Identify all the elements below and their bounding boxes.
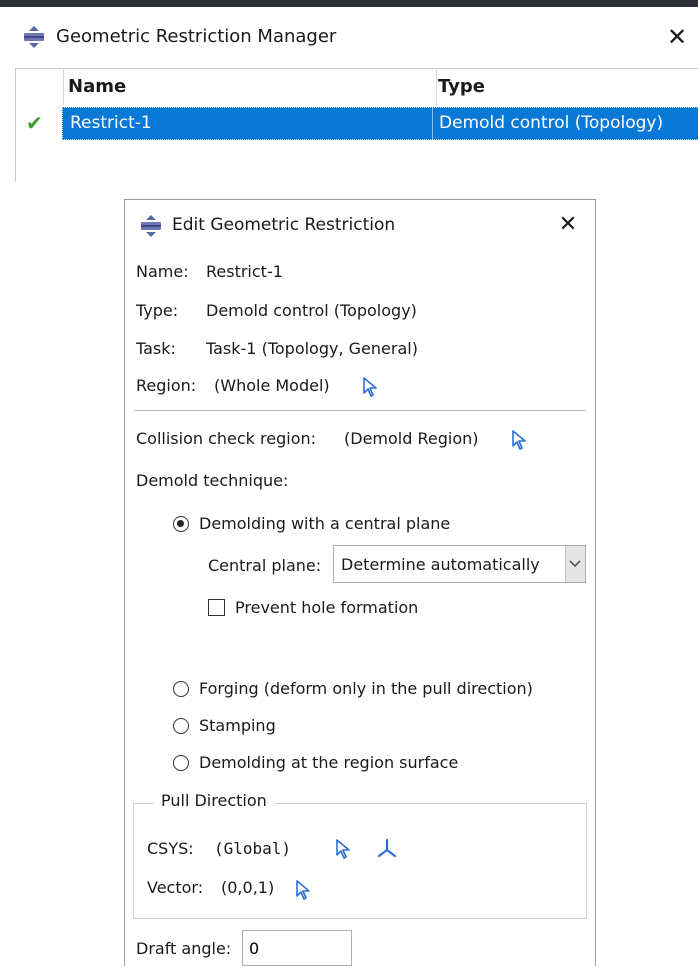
central-plane-selected-value: Determine automatically <box>341 555 540 574</box>
vector-value: (0,0,1) <box>221 878 275 897</box>
type-label: Type: <box>136 301 179 320</box>
checkmark-icon: ✔ <box>26 111 43 135</box>
central-plane-label: Central plane: <box>208 556 322 575</box>
csys-value: (Global) <box>214 839 292 858</box>
section-divider <box>134 410 586 411</box>
app-module-icon <box>22 25 46 54</box>
select-region-arrow-icon[interactable] <box>362 377 380 397</box>
name-value: Restrict-1 <box>206 262 283 281</box>
radio-region-surface[interactable] <box>173 755 189 771</box>
draft-angle-label: Draft angle: <box>136 939 232 958</box>
radio-region-surface-label[interactable]: Demolding at the region surface <box>199 753 458 772</box>
window-top-border <box>0 0 698 7</box>
select-csys-arrow-icon[interactable] <box>335 839 353 859</box>
edit-restriction-dialog: Edit Geometric Restriction ✕ Name: Restr… <box>124 199 596 966</box>
close-icon[interactable]: ✕ <box>664 25 690 51</box>
app-module-icon <box>139 214 163 243</box>
csys-axes-icon[interactable] <box>376 837 398 859</box>
chevron-down-icon[interactable] <box>565 546 585 582</box>
collision-check-value: (Demold Region) <box>344 429 479 448</box>
select-vector-arrow-icon[interactable] <box>295 880 313 900</box>
select-collision-region-arrow-icon[interactable] <box>511 430 529 450</box>
type-value: Demold control (Topology) <box>206 301 417 320</box>
task-value: Task-1 (Topology, General) <box>206 339 418 358</box>
prevent-hole-label[interactable]: Prevent hole formation <box>235 598 418 617</box>
radio-central-plane-label[interactable]: Demolding with a central plane <box>199 514 450 533</box>
row-name-cell: Restrict-1 <box>70 113 152 133</box>
collision-check-label: Collision check region: <box>136 429 317 448</box>
demold-technique-label: Demold technique: <box>136 471 289 490</box>
radio-forging[interactable] <box>173 681 189 697</box>
task-label: Task: <box>136 339 176 358</box>
csys-label: CSYS: <box>147 839 194 858</box>
column-header-type[interactable]: Type <box>436 69 698 105</box>
region-value: (Whole Model) <box>214 376 330 395</box>
radio-forging-label[interactable]: Forging (deform only in the pull directi… <box>199 679 533 698</box>
prevent-hole-checkbox[interactable] <box>208 599 225 616</box>
pull-direction-legend: Pull Direction <box>154 791 274 810</box>
region-label: Region: <box>136 376 197 395</box>
name-label: Name: <box>136 262 189 281</box>
radio-central-plane[interactable] <box>173 516 189 532</box>
draft-angle-input[interactable] <box>242 930 352 966</box>
cell-divider <box>432 108 433 139</box>
restriction-table: Name Type ✔ Restrict-1 Demold control (T… <box>15 68 698 182</box>
column-header-name[interactable]: Name <box>63 69 437 105</box>
radio-stamping[interactable] <box>173 718 189 734</box>
table-row[interactable]: Restrict-1 Demold control (Topology) <box>62 107 698 140</box>
vector-label: Vector: <box>147 878 204 897</box>
manager-title: Geometric Restriction Manager <box>56 26 337 47</box>
pull-direction-group: Pull Direction CSYS: (Global) Vector: (0… <box>133 791 587 919</box>
row-type-cell: Demold control (Topology) <box>439 113 664 133</box>
central-plane-select[interactable]: Determine automatically <box>333 545 586 583</box>
radio-stamping-label[interactable]: Stamping <box>199 716 276 735</box>
manager-title-bar: Geometric Restriction Manager ✕ <box>0 7 698 65</box>
dialog-title: Edit Geometric Restriction <box>172 215 396 235</box>
close-icon[interactable]: ✕ <box>555 213 581 239</box>
